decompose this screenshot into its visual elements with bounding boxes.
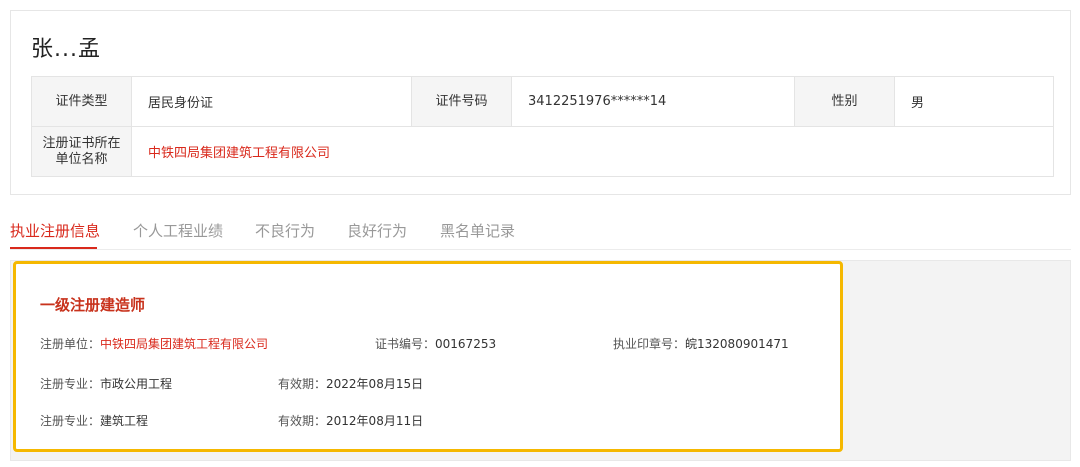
validity-field: 有效期：2012年08月11日 xyxy=(278,412,423,429)
validity-label: 有效期： xyxy=(278,414,327,428)
registration-unit-label: 注册单位： xyxy=(40,337,101,351)
registration-unit-value: 中铁四局集团建筑工程有限公司 xyxy=(100,337,269,351)
person-name: 张...孟 xyxy=(31,37,101,62)
table-row: 证件类型 居民身份证 证件号码 3412251976******14 性别 男 xyxy=(31,76,1054,127)
specialty-field: 注册专业：建筑工程 xyxy=(40,412,148,429)
active-tab-indicator xyxy=(10,247,97,249)
gender-label: 性别 xyxy=(794,76,895,127)
certificate-card: 一级注册建造师 注册单位：中铁四局集团建筑工程有限公司 证书编号：0016725… xyxy=(13,261,843,452)
validity-field: 有效期：2022年08月15日 xyxy=(278,375,423,392)
gender-value: 男 xyxy=(894,76,1054,127)
specialty-label: 注册专业： xyxy=(40,414,101,428)
person-info-card: 张...孟 证件类型 居民身份证 证件号码 3412251976******14… xyxy=(10,10,1071,195)
validity-label: 有效期： xyxy=(278,377,327,391)
tab-good-behavior[interactable]: 良好行为 xyxy=(347,220,407,241)
validity-value: 2012年08月11日 xyxy=(326,414,424,428)
unit-label: 注册证书所在单位名称 xyxy=(31,126,132,177)
tab-bad-behavior[interactable]: 不良行为 xyxy=(255,220,315,241)
id-type-label: 证件类型 xyxy=(31,76,132,127)
id-type-value: 居民身份证 xyxy=(131,76,412,127)
certificate-number-field: 证书编号：00167253 xyxy=(375,335,496,352)
tab-bar: 执业注册信息 个人工程业绩 不良行为 良好行为 黑名单记录 xyxy=(10,220,1071,250)
specialty-label: 注册专业： xyxy=(40,377,101,391)
next-card-edge xyxy=(10,460,1071,467)
certificate-number-value: 00167253 xyxy=(435,337,497,351)
specialty-value: 市政公用工程 xyxy=(100,377,173,391)
seal-number-field: 执业印章号：皖132080901471 xyxy=(613,335,789,352)
validity-value: 2022年08月15日 xyxy=(326,377,424,391)
tab-project-performance[interactable]: 个人工程业绩 xyxy=(133,220,223,241)
id-number-label: 证件号码 xyxy=(411,76,512,127)
table-row: 注册证书所在单位名称 中铁四局集团建筑工程有限公司 xyxy=(31,126,1054,177)
seal-number-label: 执业印章号： xyxy=(613,337,686,351)
certificate-title: 一级注册建造师 xyxy=(40,296,146,314)
unit-value: 中铁四局集团建筑工程有限公司 xyxy=(131,126,1054,177)
tab-registration-info[interactable]: 执业注册信息 xyxy=(10,220,100,241)
specialty-value: 建筑工程 xyxy=(100,414,149,428)
certificate-number-label: 证书编号： xyxy=(375,337,436,351)
tab-blacklist[interactable]: 黑名单记录 xyxy=(440,220,515,241)
person-info-table: 证件类型 居民身份证 证件号码 3412251976******14 性别 男 … xyxy=(31,76,1054,177)
seal-number-value: 皖132080901471 xyxy=(685,337,789,351)
registration-unit-field: 注册单位：中铁四局集团建筑工程有限公司 xyxy=(40,335,268,352)
id-number-value: 3412251976******14 xyxy=(511,76,795,127)
specialty-field: 注册专业：市政公用工程 xyxy=(40,375,172,392)
